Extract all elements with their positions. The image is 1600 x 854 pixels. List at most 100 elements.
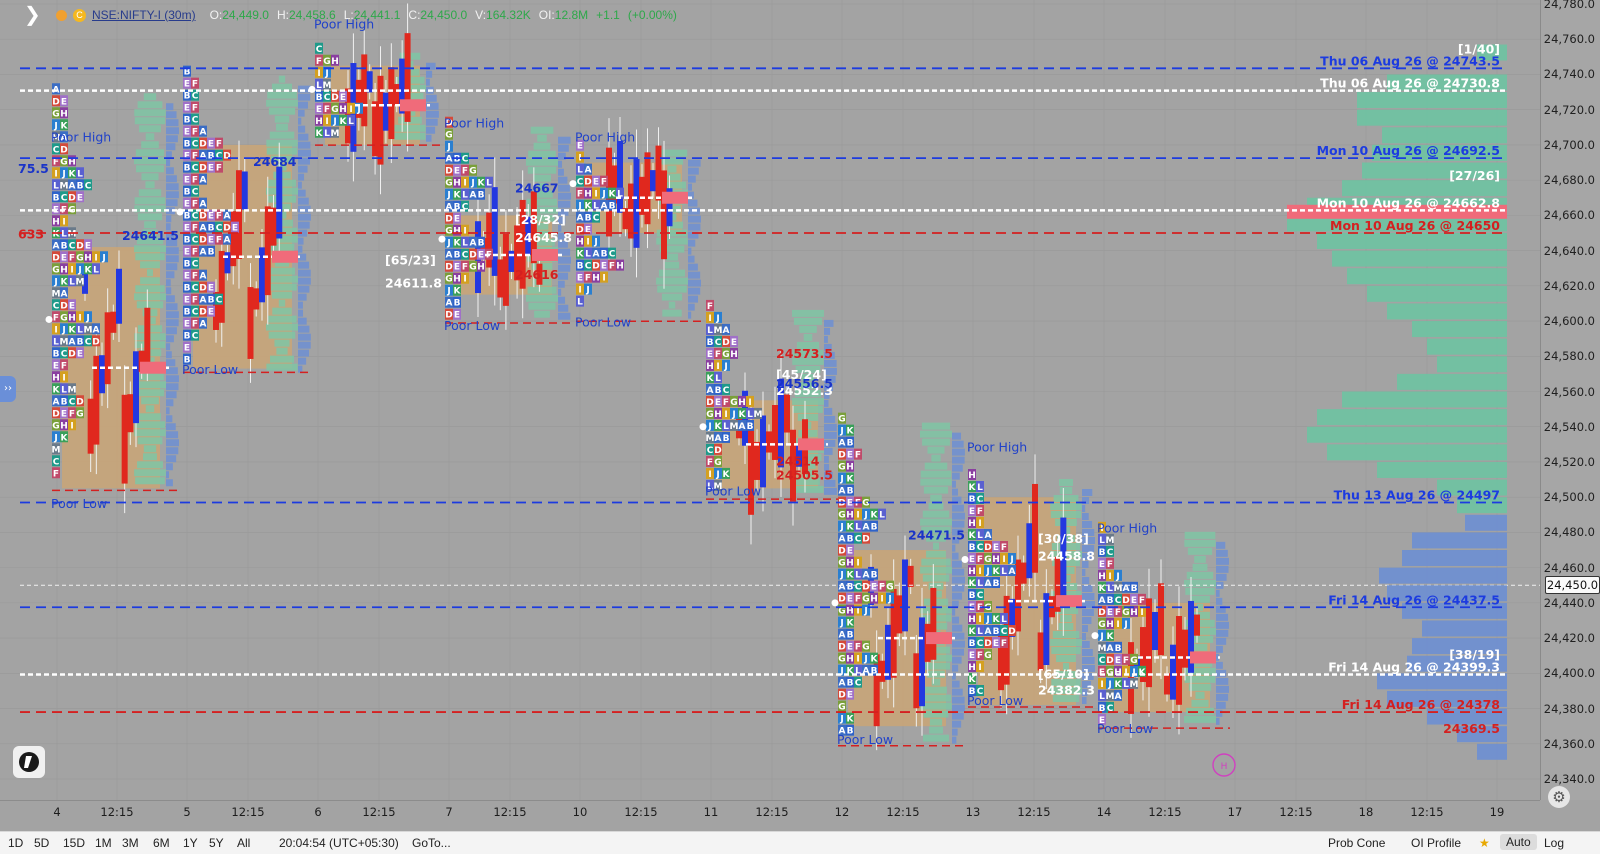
range-button-5y[interactable]: 5Y	[209, 836, 224, 850]
tpo-letter: A	[53, 397, 60, 407]
tpo-letter: M	[60, 337, 69, 347]
tpo-letter: B	[184, 116, 191, 126]
tpo-letter: K	[871, 655, 879, 665]
tpo-letter: H	[1106, 620, 1114, 630]
tpo-letter: K	[609, 190, 617, 200]
day-profile[interactable]: FI JL M AB C D EE F G HH I JK LA B CD E F G H IG H I J K L MJ K L M A…	[699, 299, 839, 545]
range-button-1m[interactable]: 1M	[95, 836, 112, 850]
candle-body	[372, 101, 379, 157]
day-profile[interactable]: BE FB CE FB CE F AB C D E FE F A B C DB C D E FE F AB CE F AB C D E…	[176, 65, 313, 383]
volume-bar	[166, 375, 179, 383]
volume-bar	[166, 447, 179, 455]
tpo-letter: G	[445, 275, 452, 285]
tpo-letter: J	[1009, 555, 1013, 565]
tpo-letter: E	[871, 583, 877, 593]
tpo-letter: K	[53, 385, 61, 395]
chart-annotation: 24556.5	[776, 376, 833, 391]
range-button-6m[interactable]: 6M	[153, 836, 170, 850]
tpo-letter: K	[847, 571, 855, 581]
time-axis[interactable]: 4 12:15 5 12:15 6 12:15 7 12:15 10 12:15 11 12:15 12…	[0, 800, 1540, 823]
day-profile[interactable]: ADEGHJKMACDFGHIJKLLMABCBCDEEFGHIKLMABCDE…	[45, 83, 181, 514]
volume-bar	[166, 151, 172, 159]
volume-bar	[276, 347, 288, 355]
candle-body	[104, 312, 111, 385]
hvn-marker	[400, 99, 426, 112]
reference-line-label: Mon 10 Aug 26 @ 24662.8	[1317, 195, 1500, 210]
volume-bar	[166, 463, 173, 471]
tpo-letter: D	[68, 349, 75, 359]
range-button-1y[interactable]: 1Y	[183, 836, 198, 850]
volume-bar	[952, 472, 960, 480]
market-profile-chart[interactable]: ADEGHJKMACDFGHIJKLLMABCBCDEEFGHIKLMABCDE…	[0, 0, 1540, 800]
log-scale-button[interactable]: Log	[1544, 836, 1564, 850]
broker-logo-icon[interactable]	[13, 746, 45, 778]
day-profile[interactable]: IL MB CE FH I JK L M A BA B C D E FD E F G H IG H I JJ KM A BC D E F…	[1091, 521, 1231, 738]
expand-panel-icon[interactable]: ››	[0, 376, 16, 402]
tpo-letter: B	[969, 639, 976, 649]
volume-bar	[1184, 675, 1216, 683]
symbol-name[interactable]: NSE:NIFTY-I (30m)	[92, 8, 196, 22]
tpo-letter: J	[446, 143, 450, 153]
tpo-letter: F	[192, 80, 198, 90]
tpo-letter: B	[707, 338, 714, 348]
tpo-letter: B	[184, 332, 191, 342]
tpo-letter: M	[706, 434, 715, 444]
volume-bar	[921, 662, 951, 670]
tpo-letter: F	[585, 274, 591, 284]
volume-bar	[665, 253, 679, 261]
chart-annotation: Poor Low	[51, 496, 107, 511]
tpo-letter: G	[1098, 620, 1105, 630]
tpo-letter: B	[184, 236, 191, 246]
prob-cone-button[interactable]: Prob Cone	[1328, 836, 1385, 850]
tpo-letter: G	[52, 421, 59, 431]
tpo-letter: F	[69, 409, 75, 419]
range-button-5d[interactable]: 5D	[34, 836, 49, 850]
volume-bar	[298, 197, 309, 205]
tpo-letter: D	[199, 212, 206, 222]
chart-area[interactable]: ADEGHJKMACDFGHIJKLLMABCBCDEEFGHIKLMABCDE…	[0, 0, 1540, 800]
tpo-letter: C	[192, 140, 199, 150]
star-icon[interactable]: ★	[1479, 836, 1490, 850]
tpo-letter: L	[486, 179, 492, 189]
oi-profile-button[interactable]: OI Profile	[1411, 836, 1461, 850]
volume-bar	[558, 184, 570, 192]
tpo-letter: C	[192, 116, 199, 126]
volume-bar	[1216, 637, 1227, 645]
reference-line-label: Mon 10 Aug 26 @ 24650	[1330, 218, 1500, 233]
day-profile[interactable]: GJ KA BD E FG HJ KA BD E F GG H I J K LJ K L A BA B C DD EG H IJ K…	[831, 412, 967, 751]
tpo-letter: K	[454, 239, 462, 249]
tpo-letter: I	[78, 313, 81, 323]
tpo-letter: A	[577, 214, 584, 224]
tpo-letter: D	[862, 535, 869, 545]
volume-bar	[137, 437, 163, 445]
tpo-letter: E	[1099, 560, 1105, 570]
tpo-letter: D	[331, 93, 338, 103]
tpo-letter: E	[184, 152, 190, 162]
range-button-all[interactable]: All	[237, 836, 250, 850]
tpo-letter: M	[1106, 692, 1115, 702]
tpo-letter: F	[855, 643, 861, 653]
tpo-letter: L	[1099, 536, 1105, 546]
auto-scale-button[interactable]: Auto	[1500, 834, 1537, 850]
price-axis[interactable]: 24,780.0 24,760.0 24,740.0 24,720.0 24,700.0…	[1540, 0, 1600, 800]
range-button-1d[interactable]: 1D	[8, 836, 23, 850]
volume-bar	[793, 405, 823, 413]
tpo-letter: B	[747, 422, 754, 432]
volume-bar	[298, 165, 308, 173]
tpo-letter: D	[92, 337, 99, 347]
tpo-letter: A	[200, 320, 207, 330]
chart-annotation: Poor High	[967, 439, 1027, 454]
day-profile[interactable]: CF G HI JL MB C D EE F G H I JH I J K LK L M	[308, 3, 441, 195]
volume-bar	[688, 167, 699, 175]
day-profile[interactable]: EILACDEFFHIJKLJKLABABCDEHIJKLABCBCDEFHEF…	[569, 116, 703, 323]
ohlc-item: L:24,441.1	[343, 8, 401, 22]
volume-bar	[824, 327, 831, 335]
candle-body	[754, 441, 760, 480]
tpo-letter: G	[714, 458, 721, 468]
tpo-letter: A	[200, 296, 207, 306]
range-button-15d[interactable]: 15D	[63, 836, 85, 850]
tpo-letter: B	[969, 495, 976, 505]
settings-gear-icon[interactable]: ⚙	[1548, 786, 1570, 808]
goto-button[interactable]: GoTo...	[412, 836, 451, 850]
range-button-3m[interactable]: 3M	[122, 836, 139, 850]
